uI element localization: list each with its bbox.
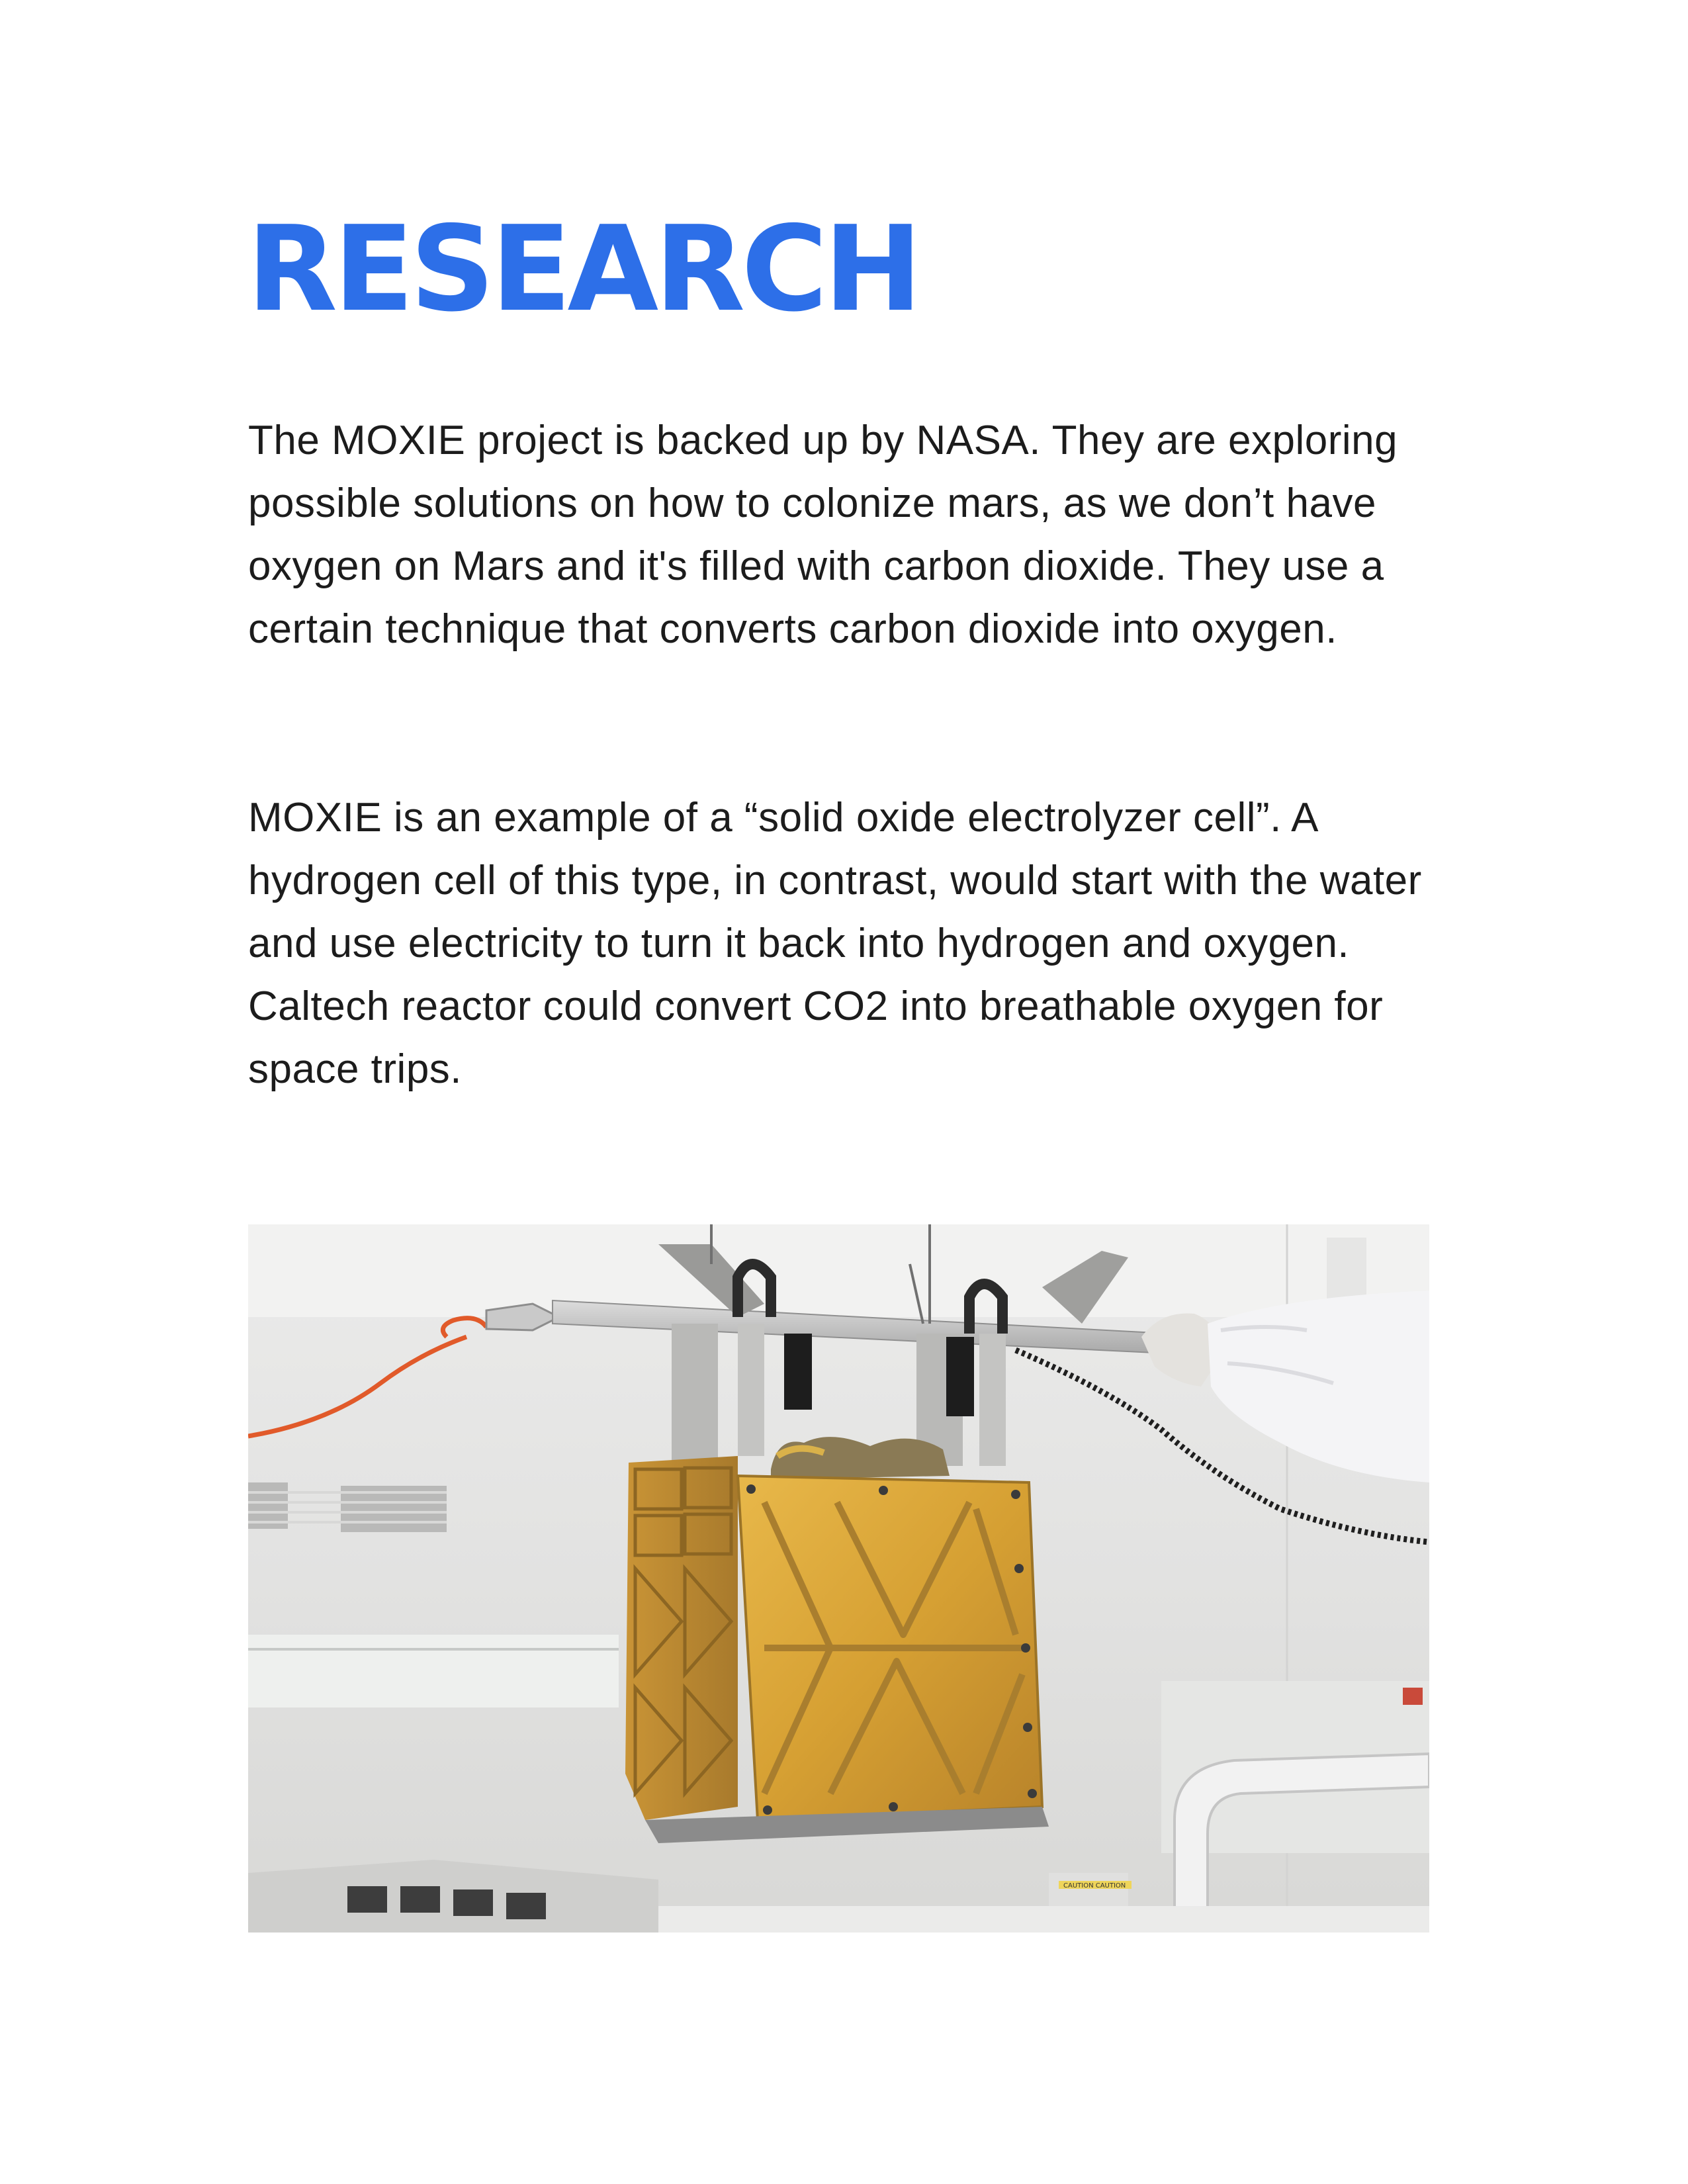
- caution-tape-text: CAUTION CAUTION: [1063, 1882, 1126, 1889]
- moxie-photo: CAUTION CAUTION: [248, 1224, 1429, 1933]
- page-title: RESEARCH: [247, 201, 922, 338]
- intro-paragraph: The MOXIE project is backed up by NASA. …: [248, 418, 1398, 652]
- moxie-paragraph: MOXIE is an example of a “solid oxide el…: [248, 795, 1422, 1092]
